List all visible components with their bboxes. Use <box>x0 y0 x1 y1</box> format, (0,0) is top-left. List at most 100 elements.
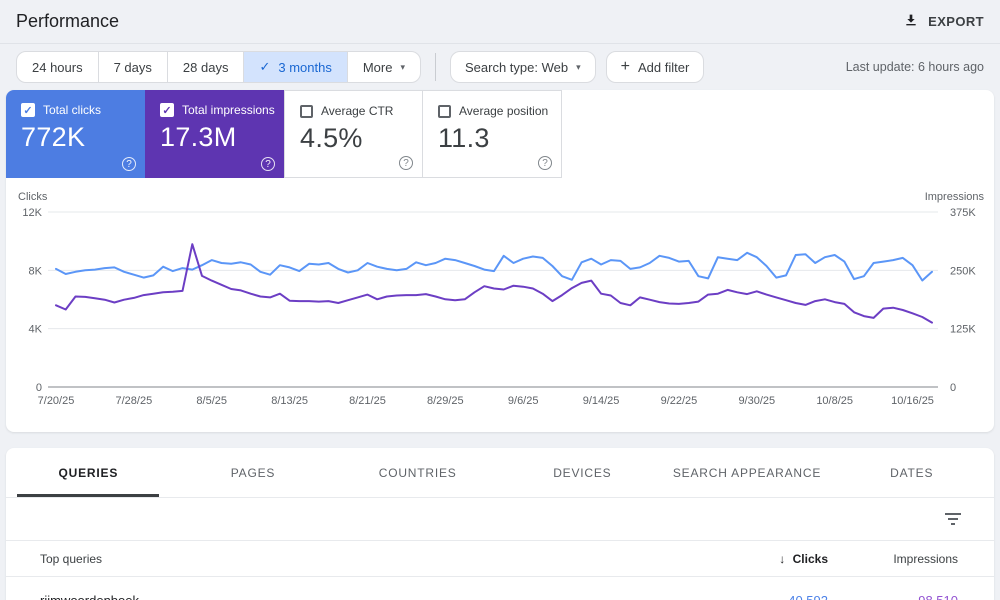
plus-icon: + <box>620 58 630 75</box>
checkbox-unchecked-icon[interactable] <box>300 104 313 118</box>
query-cell: rijmwoordenboek <box>40 593 698 600</box>
tab-label: QUERIES <box>58 465 119 480</box>
tab-pages[interactable]: PAGES <box>171 448 336 497</box>
y-left-tick: 0 <box>36 382 42 394</box>
metric-label: Average CTR <box>321 104 394 118</box>
y-right-tick: 375K <box>950 207 976 219</box>
tab-label: DEVICES <box>553 465 612 480</box>
clicks-cell: 40,592 <box>698 593 828 600</box>
x-tick: 8/21/25 <box>349 395 386 407</box>
y-right-tick: 250K <box>950 265 976 277</box>
date-range-control: 24 hours 7 days 28 days ✓ 3 months More … <box>16 51 421 83</box>
average-ctr-tile[interactable]: Average CTR 4.5% ? <box>284 90 423 178</box>
help-icon[interactable]: ? <box>399 156 413 170</box>
help-icon[interactable]: ? <box>122 157 136 171</box>
range-label: 28 days <box>182 59 229 75</box>
search-type-label: Search type: Web <box>465 59 569 75</box>
divider <box>435 53 436 81</box>
x-tick: 7/20/25 <box>38 395 75 407</box>
tab-devices[interactable]: DEVICES <box>500 448 665 497</box>
check-icon: ✓ <box>259 59 271 74</box>
x-tick: 10/16/25 <box>891 395 934 407</box>
range-24-hours[interactable]: 24 hours <box>17 52 98 82</box>
tab-dates[interactable]: DATES <box>829 448 994 497</box>
chevron-down-icon: ▾ <box>400 61 405 72</box>
checkbox-checked-icon[interactable]: ✓ <box>21 103 35 117</box>
top-bar: Performance EXPORT <box>0 0 1000 44</box>
y-left-axis-title: Clicks <box>18 191 48 203</box>
more-label: More <box>362 59 393 75</box>
export-button[interactable]: EXPORT <box>903 12 984 31</box>
tab-countries[interactable]: COUNTRIES <box>335 448 500 497</box>
filter-bar: 24 hours 7 days 28 days ✓ 3 months More … <box>0 44 1000 90</box>
performance-chart: 0 4K 8K 12K 0 125K 250K 375K Clicks Impressions 7/… <box>6 178 994 432</box>
x-tick: 7/28/25 <box>116 395 153 407</box>
metric-label: Average position <box>459 104 549 118</box>
clicks-header-label: Clicks <box>792 551 828 566</box>
x-tick: 9/22/25 <box>661 395 698 407</box>
metric-value: 772K <box>21 122 86 152</box>
range-3-months[interactable]: ✓ 3 months <box>243 52 347 82</box>
metric-value: 17.3M <box>160 122 237 152</box>
search-type-button[interactable]: Search type: Web ▾ <box>450 51 596 83</box>
add-filter-label: Add filter <box>637 59 690 75</box>
top-queries-header: Top queries <box>40 551 103 566</box>
x-tick: 9/30/25 <box>738 395 775 407</box>
y-right-tick: 125K <box>950 324 976 336</box>
range-more-dropdown[interactable]: More ▾ <box>346 52 420 82</box>
y-right-axis-title: Impressions <box>925 191 985 203</box>
clicks-column-header[interactable]: ↓ Clicks <box>698 552 828 566</box>
performance-card: ✓ Total clicks 772K ? ✓ Total impression… <box>6 90 994 432</box>
impressions-line-series <box>55 243 933 324</box>
table-header-row: Top queries ↓ Clicks Impressions <box>6 541 994 577</box>
total-impressions-tile[interactable]: ✓ Total impressions 17.3M ? <box>145 90 284 178</box>
last-update-text: Last update: 6 hours ago <box>845 60 984 74</box>
y-left-tick: 12K <box>22 207 42 219</box>
checkbox-unchecked-icon[interactable] <box>438 104 451 118</box>
average-position-tile[interactable]: Average position 11.3 ? <box>423 90 562 178</box>
x-tick: 8/5/25 <box>196 395 227 407</box>
table-toolbar <box>6 498 994 541</box>
metric-label: Total impressions <box>182 103 275 117</box>
x-tick: 8/13/25 <box>271 395 308 407</box>
tab-label: COUNTRIES <box>378 465 457 480</box>
checkbox-checked-icon[interactable]: ✓ <box>160 103 174 117</box>
metric-value: 11.3 <box>438 123 490 153</box>
total-clicks-tile[interactable]: ✓ Total clicks 772K ? <box>6 90 145 178</box>
impressions-cell: 98,510 <box>828 593 958 600</box>
table-row[interactable]: rijmwoordenboek 40,592 98,510 <box>6 577 994 600</box>
help-icon[interactable]: ? <box>538 156 552 170</box>
range-label: 7 days <box>113 59 152 75</box>
x-tick: 8/29/25 <box>427 395 464 407</box>
y-left-tick: 4K <box>29 324 43 336</box>
range-label: 24 hours <box>32 59 83 75</box>
tab-label: DATES <box>890 465 934 480</box>
x-tick: 9/14/25 <box>583 395 620 407</box>
tab-label: PAGES <box>230 465 276 480</box>
range-7-days[interactable]: 7 days <box>97 52 167 82</box>
tab-queries[interactable]: QUERIES <box>6 448 171 497</box>
dimension-tabs: QUERIES PAGES COUNTRIES DEVICES SEARCH A… <box>6 448 994 498</box>
range-28-days[interactable]: 28 days <box>166 52 244 82</box>
export-label: EXPORT <box>928 14 984 29</box>
tab-search-appearance[interactable]: SEARCH APPEARANCE <box>665 448 830 497</box>
metric-value: 4.5% <box>300 123 363 153</box>
y-right-tick: 0 <box>950 382 956 394</box>
sort-descending-icon: ↓ <box>779 551 786 566</box>
help-icon[interactable]: ? <box>261 157 275 171</box>
metric-tiles: ✓ Total clicks 772K ? ✓ Total impression… <box>6 90 994 178</box>
y-left-tick: 8K <box>29 265 43 277</box>
x-tick: 9/6/25 <box>508 395 539 407</box>
add-filter-button[interactable]: + Add filter <box>605 51 705 83</box>
dimensions-table-card: QUERIES PAGES COUNTRIES DEVICES SEARCH A… <box>6 448 994 600</box>
impressions-column-header[interactable]: Impressions <box>828 552 958 566</box>
filter-list-icon[interactable] <box>944 513 962 525</box>
range-label: 3 months <box>278 59 332 75</box>
chevron-down-icon: ▾ <box>576 61 581 72</box>
performance-chart-svg: 0 4K 8K 12K 0 125K 250K 375K Clicks Impressions 7/… <box>18 191 985 407</box>
page-title: Performance <box>16 11 120 31</box>
tab-label: SEARCH APPEARANCE <box>672 465 822 480</box>
x-tick: 10/8/25 <box>816 395 853 407</box>
download-icon <box>903 12 919 31</box>
metric-label: Total clicks <box>43 103 102 117</box>
